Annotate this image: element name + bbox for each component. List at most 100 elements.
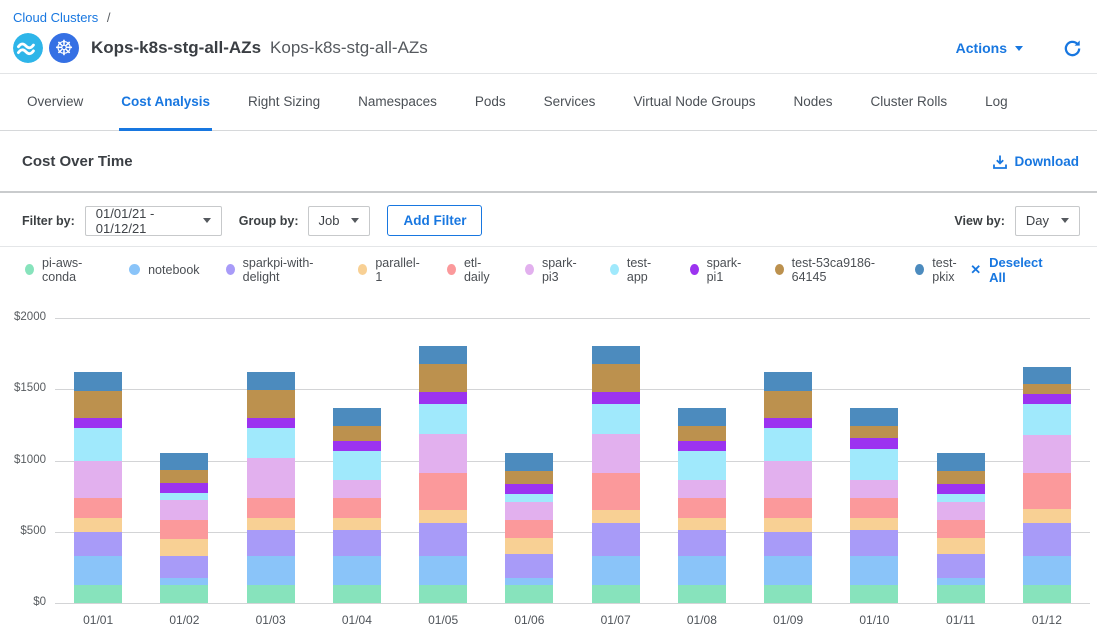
bar-segment-notebook[interactable] [247,556,295,585]
bar-segment-spark-pi1[interactable] [1023,394,1071,404]
breadcrumb-link-cloud-clusters[interactable]: Cloud Clusters [13,10,98,25]
download-button[interactable]: Download [992,154,1080,170]
bar-segment-spark-pi1[interactable] [764,418,812,428]
bar-segment-spark-pi3[interactable] [74,461,122,498]
legend-item-sparkpi-with-delight[interactable]: sparkpi-with-delight [226,256,332,284]
bar-segment-pi-aws-conda[interactable] [247,585,295,603]
tab-pods[interactable]: Pods [473,74,508,131]
bar-segment-test-app[interactable] [764,428,812,461]
bar-segment-pi-aws-conda[interactable] [1023,585,1071,603]
bar-segment-spark-pi3[interactable] [505,502,553,520]
bar-segment-pi-aws-conda[interactable] [764,585,812,603]
add-filter-button[interactable]: Add Filter [387,205,482,236]
bar-segment-etl-daily[interactable] [74,498,122,518]
legend-item-etl-daily[interactable]: etl-daily [447,256,499,284]
bar-segment-notebook[interactable] [850,556,898,585]
bar-segment-parallel-1[interactable] [592,510,640,523]
bar-segment-parallel-1[interactable] [74,518,122,532]
bar-segment-test-53ca9186-64145[interactable] [678,426,726,440]
legend-item-pi-aws-conda[interactable]: pi-aws-conda [25,256,103,284]
bar-segment-spark-pi1[interactable] [592,392,640,403]
bar-segment-parallel-1[interactable] [247,518,295,531]
bar-segment-etl-daily[interactable] [1023,473,1071,509]
bar-segment-spark-pi3[interactable] [247,458,295,499]
bar-segment-test-53ca9186-64145[interactable] [937,471,985,485]
bar-segment-pi-aws-conda[interactable] [592,585,640,603]
legend-item-parallel-1[interactable]: parallel-1 [358,256,421,284]
legend-item-test-53ca9186-64145[interactable]: test-53ca9186-64145 [775,256,890,284]
bar-segment-test-53ca9186-64145[interactable] [160,470,208,483]
tab-log[interactable]: Log [983,74,1010,131]
bar-segment-test-pkix[interactable] [74,372,122,391]
bar-segment-etl-daily[interactable] [247,498,295,517]
bar-segment-notebook[interactable] [419,556,467,585]
legend-item-spark-pi1[interactable]: spark-pi1 [690,256,749,284]
bar-segment-parallel-1[interactable] [505,538,553,554]
bar-segment-test-app[interactable] [850,449,898,480]
legend-item-test-pkix[interactable]: test-pkix [915,256,970,284]
bar-segment-parallel-1[interactable] [1023,509,1071,523]
bar-segment-pi-aws-conda[interactable] [74,585,122,603]
bar-segment-spark-pi1[interactable] [678,441,726,451]
bar-segment-test-53ca9186-64145[interactable] [764,391,812,418]
tab-right-sizing[interactable]: Right Sizing [246,74,322,131]
bar-segment-test-pkix[interactable] [764,372,812,391]
bar-segment-sparkpi-with-delight[interactable] [592,523,640,556]
bar-segment-test-53ca9186-64145[interactable] [505,471,553,485]
bar-segment-pi-aws-conda[interactable] [678,585,726,603]
bar-segment-test-app[interactable] [419,404,467,435]
bar-segment-test-pkix[interactable] [850,408,898,427]
bar-segment-parallel-1[interactable] [419,510,467,523]
bar-segment-test-53ca9186-64145[interactable] [333,426,381,440]
tab-overview[interactable]: Overview [25,74,85,131]
bar-segment-spark-pi3[interactable] [333,480,381,498]
bar-segment-test-app[interactable] [333,451,381,481]
bar-segment-etl-daily[interactable] [333,498,381,517]
tab-cluster-rolls[interactable]: Cluster Rolls [869,74,950,131]
bar-segment-parallel-1[interactable] [160,539,208,556]
refresh-icon[interactable] [1063,39,1082,58]
bar-segment-notebook[interactable] [505,578,553,585]
bar-segment-etl-daily[interactable] [505,520,553,539]
bar-segment-test-53ca9186-64145[interactable] [247,390,295,418]
bar-segment-parallel-1[interactable] [764,518,812,532]
bar-segment-spark-pi1[interactable] [505,484,553,494]
bar-segment-pi-aws-conda[interactable] [160,585,208,603]
bar-segment-spark-pi3[interactable] [1023,435,1071,473]
bar-segment-notebook[interactable] [764,556,812,585]
bar-segment-notebook[interactable] [160,578,208,585]
tab-nodes[interactable]: Nodes [792,74,835,131]
bar-segment-test-app[interactable] [247,428,295,458]
tab-virtual-node-groups[interactable]: Virtual Node Groups [631,74,757,131]
bar-segment-parallel-1[interactable] [850,518,898,531]
bar-segment-pi-aws-conda[interactable] [333,585,381,603]
bar-segment-sparkpi-with-delight[interactable] [247,530,295,556]
bar-segment-sparkpi-with-delight[interactable] [678,530,726,556]
legend-item-spark-pi3[interactable]: spark-pi3 [525,256,584,284]
bar-segment-spark-pi1[interactable] [74,418,122,428]
bar-segment-parallel-1[interactable] [937,538,985,554]
bar-segment-etl-daily[interactable] [678,498,726,517]
bar-segment-sparkpi-with-delight[interactable] [764,532,812,556]
bar-segment-test-app[interactable] [74,428,122,461]
bar-segment-notebook[interactable] [333,556,381,585]
bar-segment-spark-pi3[interactable] [764,461,812,498]
legend-item-notebook[interactable]: notebook [129,263,199,277]
bar-segment-spark-pi1[interactable] [937,484,985,494]
bar-segment-notebook[interactable] [74,556,122,585]
deselect-all-button[interactable]: ✕ Deselect All [970,255,1052,285]
bar-segment-notebook[interactable] [937,578,985,585]
bar-segment-sparkpi-with-delight[interactable] [937,554,985,578]
bar-segment-sparkpi-with-delight[interactable] [1023,523,1071,556]
bar-segment-pi-aws-conda[interactable] [850,585,898,603]
bar-segment-pi-aws-conda[interactable] [419,585,467,603]
bar-segment-test-53ca9186-64145[interactable] [419,364,467,393]
bar-segment-test-pkix[interactable] [247,372,295,390]
bar-segment-spark-pi3[interactable] [937,502,985,520]
bar-segment-pi-aws-conda[interactable] [505,585,553,603]
bar-segment-test-app[interactable] [678,451,726,481]
tab-services[interactable]: Services [542,74,598,131]
bar-segment-test-pkix[interactable] [937,453,985,471]
bar-segment-test-app[interactable] [505,494,553,502]
bar-segment-notebook[interactable] [1023,556,1071,585]
